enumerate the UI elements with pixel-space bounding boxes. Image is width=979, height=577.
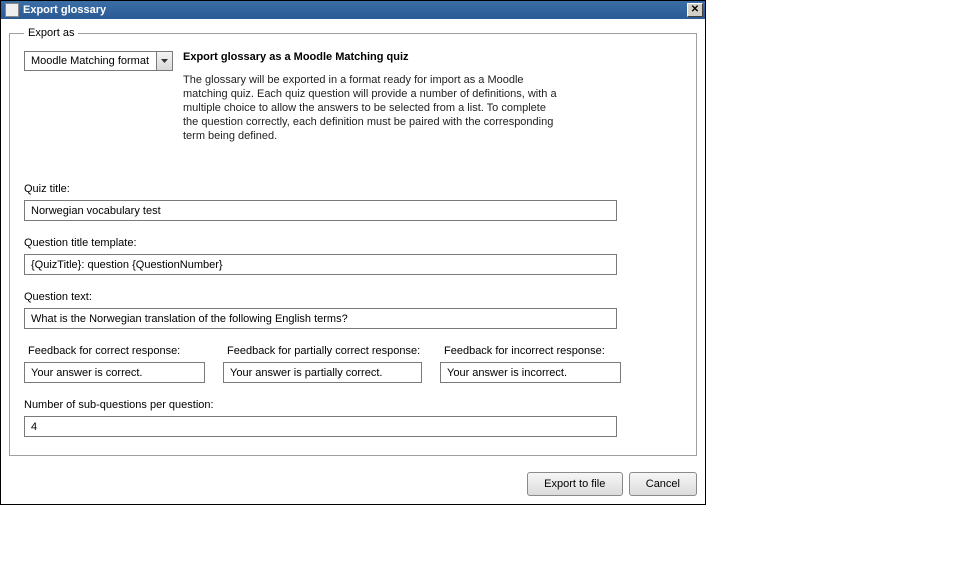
feedback-incorrect-label: Feedback for incorrect response: <box>444 345 621 357</box>
quiz-title-input[interactable] <box>24 200 617 221</box>
export-as-legend: Export as <box>24 27 78 39</box>
quiz-fields: Quiz title: Question title template: Que… <box>24 183 682 437</box>
format-select-dropdown-button[interactable] <box>156 51 173 71</box>
export-as-group: Export as Export glossary as a Moodle Ma… <box>9 27 697 456</box>
question-title-template-label: Question title template: <box>24 237 682 249</box>
feedback-row: Feedback for correct response: Feedback … <box>24 345 682 383</box>
feedback-correct-input[interactable] <box>24 362 205 383</box>
chevron-down-icon <box>161 59 168 63</box>
close-icon: ✕ <box>691 5 699 15</box>
question-title-template-input[interactable] <box>24 254 617 275</box>
titlebar-left: Export glossary <box>3 3 106 17</box>
format-description: Export glossary as a Moodle Matching qui… <box>183 51 682 143</box>
dialog-button-bar: Export to file Cancel <box>1 464 705 504</box>
window-icon <box>5 3 19 17</box>
format-description-body: The glossary will be exported in a forma… <box>183 73 563 143</box>
format-description-heading: Export glossary as a Moodle Matching qui… <box>183 51 682 63</box>
close-button[interactable]: ✕ <box>687 3 703 17</box>
feedback-partial-col: Feedback for partially correct response: <box>223 345 422 383</box>
feedback-partial-label: Feedback for partially correct response: <box>227 345 422 357</box>
feedback-partial-input[interactable] <box>223 362 422 383</box>
question-text-label: Question text: <box>24 291 682 303</box>
export-to-file-button[interactable]: Export to file <box>527 472 623 496</box>
export-glossary-dialog: Export glossary ✕ Export as Export gloss… <box>0 0 706 505</box>
client-area: Export as Export glossary as a Moodle Ma… <box>1 19 705 464</box>
quiz-title-label: Quiz title: <box>24 183 682 195</box>
cancel-button[interactable]: Cancel <box>629 472 697 496</box>
format-row: Export glossary as a Moodle Matching qui… <box>24 51 682 143</box>
feedback-correct-col: Feedback for correct response: <box>24 345 205 383</box>
titlebar: Export glossary ✕ <box>1 1 705 19</box>
question-text-input[interactable] <box>24 308 617 329</box>
feedback-incorrect-input[interactable] <box>440 362 621 383</box>
feedback-correct-label: Feedback for correct response: <box>28 345 205 357</box>
num-subquestions-label: Number of sub-questions per question: <box>24 399 682 411</box>
format-select-value[interactable] <box>24 51 156 71</box>
window-title: Export glossary <box>23 4 106 16</box>
feedback-incorrect-col: Feedback for incorrect response: <box>440 345 621 383</box>
format-select[interactable] <box>24 51 173 71</box>
num-subquestions-input[interactable] <box>24 416 617 437</box>
